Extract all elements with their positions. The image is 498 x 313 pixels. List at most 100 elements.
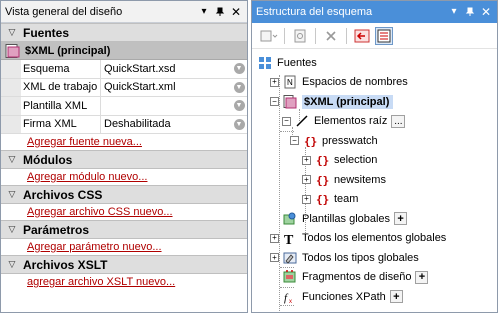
- node-label-selected: $XML (principal): [302, 94, 394, 109]
- svg-text:N: N: [287, 78, 293, 87]
- add-item-icon[interactable]: [260, 27, 278, 45]
- prop-name: Plantilla XML: [21, 97, 101, 115]
- prop-row-plantilla-xml: Plantilla XML ▼: [1, 97, 247, 116]
- menu-arrow-icon[interactable]: ▾: [447, 5, 461, 19]
- tree-node-xml-principal[interactable]: − $XML (principal): [252, 92, 497, 112]
- tree-node-espacios[interactable]: + N Espacios de nombres: [252, 73, 497, 93]
- section-label: Parámetros: [23, 222, 90, 237]
- tree-node-selection[interactable]: + {} selection: [252, 151, 497, 171]
- collapse-triangle-icon[interactable]: ▽: [1, 189, 23, 200]
- add-global-template-button[interactable]: +: [394, 212, 408, 226]
- tree-node-elementos-raiz[interactable]: − Elementos raíz ...: [252, 112, 497, 132]
- close-icon[interactable]: ✕: [479, 5, 493, 19]
- section-header-parametros[interactable]: ▽ Parámetros: [1, 220, 247, 239]
- show-all-icon[interactable]: [375, 26, 393, 45]
- pin-icon[interactable]: [213, 5, 227, 19]
- tree-node-todos-elementos[interactable]: + T Todos los elementos globales: [252, 229, 497, 249]
- prop-value[interactable]: QuickStart.xml: [101, 79, 231, 97]
- tree-node-fragmentos[interactable]: Fragmentos de diseño +: [252, 268, 497, 288]
- node-label: presswatch: [322, 134, 378, 147]
- section-modulos: ▽ Módulos Agregar módulo nuevo...: [1, 150, 247, 185]
- tree-node-fuentes[interactable]: Fuentes: [252, 53, 497, 73]
- section-label: Módulos: [23, 152, 73, 167]
- section-header-fuentes[interactable]: ▽ Fuentes: [1, 23, 247, 42]
- add-fragment-button[interactable]: +: [415, 270, 429, 284]
- svg-text:{}: {}: [316, 193, 329, 206]
- prop-name: Esquema: [21, 60, 101, 78]
- node-label: team: [334, 193, 359, 206]
- close-icon[interactable]: ✕: [229, 5, 243, 19]
- schema-tree: Fuentes + N Espacios de nombres − $XML (…: [252, 49, 497, 311]
- more-button[interactable]: ...: [391, 114, 406, 128]
- schema-tree-titlebar: Estructura del esquema ▾ ✕: [252, 1, 497, 23]
- node-label: Espacios de nombres: [302, 76, 408, 89]
- svg-text:{}: {}: [316, 174, 329, 187]
- xml-source-icon: [283, 94, 297, 109]
- source-row-xml-principal[interactable]: $XML (principal): [1, 42, 247, 60]
- prop-value[interactable]: Deshabilitada: [101, 116, 231, 134]
- expand-icon[interactable]: +: [270, 253, 279, 263]
- dropdown-icon[interactable]: ▼: [231, 116, 247, 134]
- collapse-icon[interactable]: −: [270, 97, 279, 107]
- expand-icon[interactable]: +: [302, 155, 311, 165]
- add-source-link[interactable]: Agregar fuente nueva...: [1, 134, 247, 150]
- element-icon: {}: [315, 192, 329, 206]
- svg-text:{}: {}: [316, 154, 329, 167]
- delete-icon[interactable]: [322, 27, 340, 45]
- collapse-triangle-icon[interactable]: ▽: [1, 27, 23, 38]
- dropdown-icon[interactable]: ▼: [231, 97, 247, 115]
- svg-text:{}: {}: [304, 135, 317, 148]
- node-label: Todos los tipos globales: [302, 251, 419, 264]
- namespace-icon: N: [283, 75, 297, 89]
- element-icon: {}: [315, 173, 329, 187]
- section-header-xslt[interactable]: ▽ Archivos XSLT: [1, 255, 247, 274]
- tree-node-newsitems[interactable]: + {} newsitems: [252, 170, 497, 190]
- design-overview-title: Vista general del diseño: [5, 5, 123, 18]
- element-icon: {}: [303, 134, 317, 148]
- expand-icon[interactable]: +: [302, 194, 311, 204]
- tree-node-todos-tipos[interactable]: + Todos los tipos globales: [252, 248, 497, 268]
- root-elements-icon: [295, 114, 309, 128]
- node-label: Plantillas globales: [302, 212, 391, 225]
- prop-value[interactable]: QuickStart.xsd: [101, 60, 231, 78]
- section-fuentes: ▽ Fuentes $XML (principal) Esquema Quick…: [1, 23, 247, 150]
- collapse-icon[interactable]: −: [290, 136, 299, 146]
- back-arrow-icon[interactable]: [353, 27, 371, 45]
- tree-node-plantillas-globales[interactable]: Plantillas globales +: [252, 209, 497, 229]
- element-icon: {}: [315, 153, 329, 167]
- dropdown-icon[interactable]: ▼: [231, 60, 247, 78]
- menu-arrow-icon[interactable]: ▾: [197, 5, 211, 19]
- node-label: selection: [334, 154, 378, 167]
- tree-node-presswatch[interactable]: − {} presswatch: [252, 131, 497, 151]
- section-label: Archivos XSLT: [23, 257, 108, 272]
- xpath-function-icon: fx: [283, 290, 297, 304]
- add-xslt-link[interactable]: agregar archivo XSLT nuevo...: [1, 274, 247, 290]
- schema-tree-panel: Estructura del esquema ▾ ✕ Fuentes + N E…: [251, 0, 498, 313]
- add-parameter-link[interactable]: Agregar parámetro nuevo...: [1, 239, 247, 255]
- prop-value[interactable]: [101, 97, 231, 115]
- section-label: Archivos CSS: [23, 187, 103, 202]
- expand-icon[interactable]: +: [270, 77, 279, 87]
- add-css-link[interactable]: Agregar archivo CSS nuevo...: [1, 204, 247, 220]
- dropdown-icon[interactable]: ▼: [231, 79, 247, 97]
- add-module-link[interactable]: Agregar módulo nuevo...: [1, 169, 247, 185]
- tree-node-team[interactable]: + {} team: [252, 190, 497, 210]
- prop-name: XML de trabajo: [21, 78, 101, 96]
- expand-icon[interactable]: +: [270, 233, 279, 243]
- section-header-modulos[interactable]: ▽ Módulos: [1, 150, 247, 169]
- node-label: Funciones XPath: [302, 290, 386, 303]
- tree-node-funciones-xpath[interactable]: fx Funciones XPath +: [252, 287, 497, 307]
- properties-icon[interactable]: [291, 27, 309, 45]
- collapse-triangle-icon[interactable]: ▽: [1, 259, 23, 270]
- section-header-css[interactable]: ▽ Archivos CSS: [1, 185, 247, 204]
- text-t-icon: T: [283, 231, 297, 245]
- collapse-triangle-icon[interactable]: ▽: [1, 154, 23, 165]
- expand-icon[interactable]: +: [302, 175, 311, 185]
- node-label: Elementos raíz: [314, 115, 388, 128]
- prop-row-esquema: Esquema QuickStart.xsd ▼: [1, 60, 247, 79]
- svg-text:x: x: [289, 299, 292, 304]
- collapse-icon[interactable]: −: [282, 116, 291, 126]
- pin-icon[interactable]: [463, 5, 477, 19]
- collapse-triangle-icon[interactable]: ▽: [1, 224, 23, 235]
- add-xpath-function-button[interactable]: +: [389, 290, 403, 304]
